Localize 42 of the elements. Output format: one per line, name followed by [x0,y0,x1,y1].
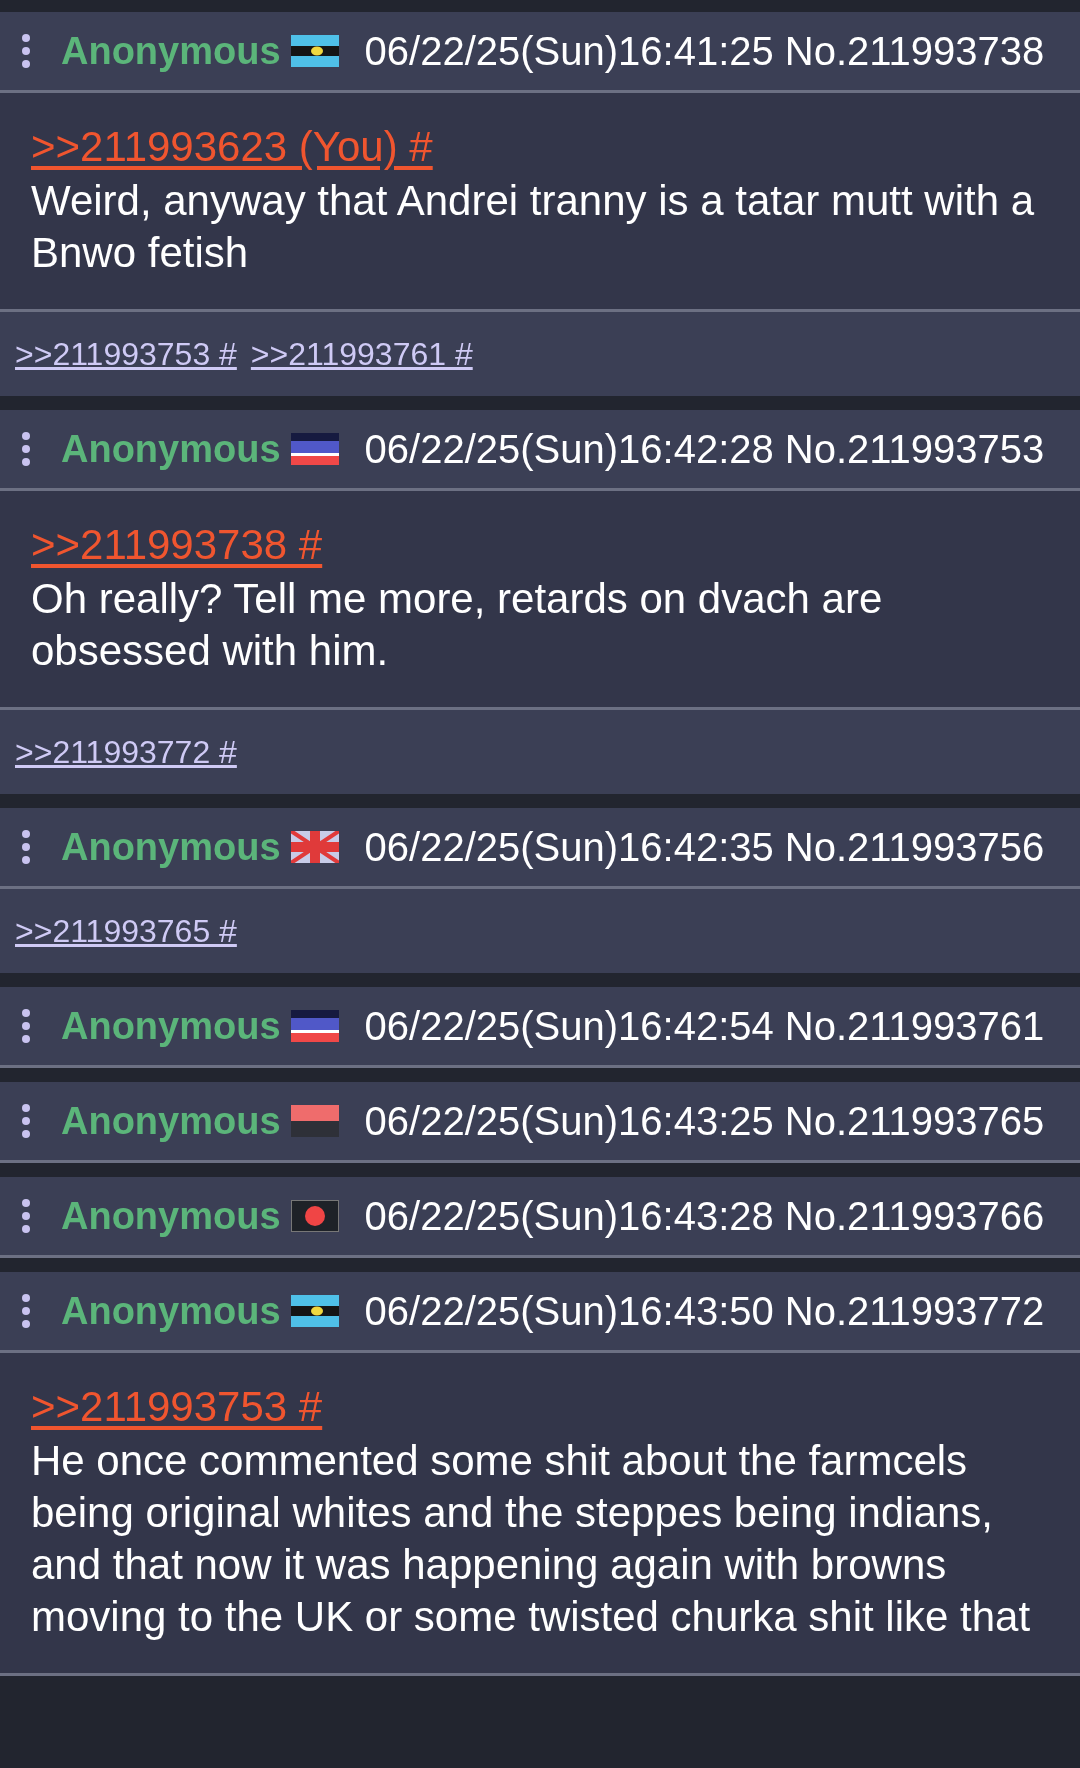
more-options-icon[interactable] [21,1103,31,1139]
reply-link[interactable]: >>211993753 # [15,335,237,373]
poster-name: Anonymous [61,1289,281,1333]
post-timestamp: 06/22/25(Sun)16:43:50 [364,1288,774,1334]
more-options-icon[interactable] [21,1198,31,1234]
more-options-icon[interactable] [21,33,31,69]
reply-link[interactable]: >>211993765 # [15,912,237,950]
post-text: He once commented some shit about the farmcels being original whites and the steppes being indians, and that now it was happening again with browns moving to the UK or some twisted churka shit like that [31,1436,1032,1642]
reply-link[interactable]: >>211993761 # [250,335,473,373]
poster-name: Anonymous [61,825,281,869]
post-text: Oh really? Tell me more, retards on dvach are obsessed with him. [31,574,884,676]
flag-icon [290,1010,339,1042]
post-timestamp: 06/22/25(Sun)16:41:25 [364,28,774,74]
post-timestamp: 06/22/25(Sun)16:42:28 [364,426,774,472]
flag-icon [290,35,339,67]
post-number[interactable]: No.211993761 [784,1003,1045,1049]
poster-name: Anonymous [61,1004,281,1048]
post-number[interactable]: No.211993738 [784,28,1045,74]
more-options-icon[interactable] [21,1008,31,1044]
flag-icon [290,831,339,863]
more-options-icon[interactable] [21,829,31,865]
more-options-icon[interactable] [21,1293,31,1329]
flag-icon [290,1105,339,1137]
post-number[interactable]: No.211993772 [784,1288,1045,1334]
post-timestamp: 06/22/25(Sun)16:43:25 [364,1098,774,1144]
flag-icon [290,1200,339,1232]
poster-name: Anonymous [61,1099,281,1143]
post-text: Weird, anyway that Andrei tranny is a tatar mutt with a Bnwo fetish [31,176,1036,278]
post-timestamp: 06/22/25(Sun)16:43:28 [364,1193,774,1239]
post-timestamp: 06/22/25(Sun)16:42:35 [364,824,774,870]
poster-name: Anonymous [61,427,281,471]
flag-icon [290,1295,339,1327]
poster-name: Anonymous [61,1194,281,1238]
more-options-icon[interactable] [21,431,31,467]
post-number[interactable]: No.211993765 [784,1098,1045,1144]
post-number[interactable]: No.211993756 [784,824,1045,870]
poster-name: Anonymous [61,29,281,73]
post-number[interactable]: No.211993766 [784,1193,1045,1239]
reply-link[interactable]: >>211993772 # [15,733,237,771]
flag-icon [290,433,339,465]
post-number[interactable]: No.211993753 [784,426,1045,472]
post-timestamp: 06/22/25(Sun)16:42:54 [364,1003,774,1049]
